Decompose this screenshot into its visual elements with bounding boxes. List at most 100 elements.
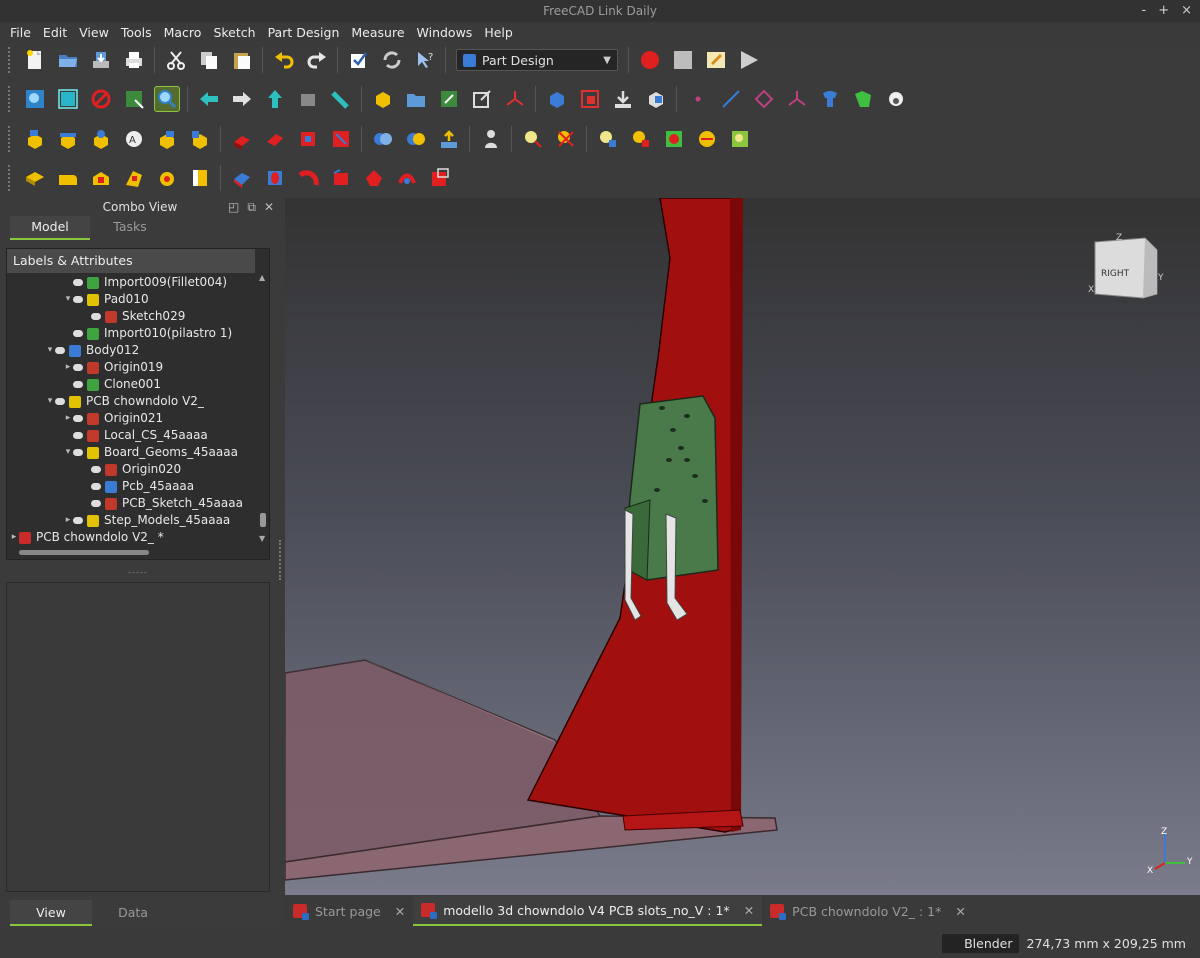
create-link-icon[interactable] xyxy=(436,86,462,112)
revolution-icon[interactable] xyxy=(262,126,288,152)
measure-box-icon[interactable] xyxy=(295,86,321,112)
additive-loft-icon[interactable] xyxy=(295,126,321,152)
sheep-icon[interactable] xyxy=(883,86,909,112)
3d-scene[interactable]: RIGHT Z Y X Z Y X xyxy=(285,198,1200,895)
link-actions-icon[interactable] xyxy=(469,86,495,112)
open-document-icon[interactable] xyxy=(55,47,81,73)
visibility-eye-icon[interactable] xyxy=(73,517,83,524)
tree-item[interactable]: Sketch029 xyxy=(81,308,185,325)
toolbar-grip[interactable] xyxy=(8,126,12,152)
menu-sketch[interactable]: Sketch xyxy=(207,25,261,40)
datum-line-icon[interactable] xyxy=(718,86,744,112)
close-tab-icon[interactable]: ✕ xyxy=(955,904,965,919)
visibility-eye-icon[interactable] xyxy=(91,483,101,490)
visibility-eye-icon[interactable] xyxy=(91,466,101,473)
new-document-icon[interactable] xyxy=(22,47,48,73)
tab-tasks[interactable]: Tasks xyxy=(90,216,170,240)
dock-icon[interactable]: ◰ xyxy=(228,198,239,216)
tool-icon-3[interactable] xyxy=(88,126,114,152)
measure-tool-icon-7[interactable] xyxy=(727,126,753,152)
menu-help[interactable]: Help xyxy=(478,25,519,40)
print-icon[interactable] xyxy=(121,47,147,73)
expand-arrow-icon[interactable]: ▾ xyxy=(63,444,73,461)
measure-tool-icon-6[interactable] xyxy=(694,126,720,152)
expand-arrow-icon[interactable]: ▾ xyxy=(63,291,73,308)
pad-yellow-icon[interactable] xyxy=(88,165,114,191)
doc-tab-pcb[interactable]: PCB chowndolo V2_ : 1* ✕ xyxy=(762,896,974,926)
visibility-eye-icon[interactable] xyxy=(73,449,83,456)
tree-item[interactable]: Local_CS_45aaaa xyxy=(63,427,208,444)
tree-item[interactable]: ▸ Origin021 xyxy=(63,410,163,427)
visibility-eye-icon[interactable] xyxy=(73,330,83,337)
visibility-eye-icon[interactable] xyxy=(55,398,65,405)
local-cs-icon[interactable] xyxy=(502,86,528,112)
back-arrow-icon[interactable] xyxy=(196,86,222,112)
create-group-icon[interactable] xyxy=(403,86,429,112)
hole-icon[interactable] xyxy=(154,165,180,191)
fit-all-icon[interactable] xyxy=(22,86,48,112)
bounding-box-icon[interactable] xyxy=(121,86,147,112)
paste-icon[interactable] xyxy=(229,47,255,73)
tree-vertical-scrollbar[interactable]: ▲ ▼ xyxy=(259,273,267,543)
measure-tool-icon-3[interactable] xyxy=(595,126,621,152)
expand-arrow-icon[interactable]: ▾ xyxy=(45,342,55,359)
tree-item[interactable]: ▾ PCB chowndolo V2_ xyxy=(45,393,204,410)
zoom-box-icon[interactable] xyxy=(153,86,180,112)
tree-item[interactable]: ▾ Pad010 xyxy=(63,291,149,308)
up-arrow-icon[interactable] xyxy=(262,86,288,112)
measure-tool-icon-5[interactable] xyxy=(661,126,687,152)
tree-item[interactable]: ▾ Body012 xyxy=(45,342,139,359)
groove-icon[interactable] xyxy=(187,165,213,191)
copy-icon[interactable] xyxy=(196,47,222,73)
visibility-eye-icon[interactable] xyxy=(73,279,83,286)
recompute-icon[interactable] xyxy=(379,47,405,73)
subtractive-helix-icon[interactable] xyxy=(394,165,420,191)
tree-item[interactable]: Clone001 xyxy=(63,376,161,393)
doc-tab-modello[interactable]: modello 3d chowndolo V4 PCB slots_no_V :… xyxy=(413,896,763,926)
measure-tool-icon-1[interactable] xyxy=(520,126,546,152)
close-button[interactable]: × xyxy=(1181,0,1192,22)
visibility-eye-icon[interactable] xyxy=(73,296,83,303)
tree-item[interactable]: ▾ Board_Geoms_45aaaa xyxy=(63,444,238,461)
toolbar-grip[interactable] xyxy=(8,165,12,191)
tree-item[interactable]: Origin020 xyxy=(81,461,181,478)
tree-item[interactable]: Pcb_45aaaa xyxy=(81,478,194,495)
panel-splitter[interactable]: ----- xyxy=(120,568,156,577)
subtractive-loft-icon[interactable] xyxy=(427,165,453,191)
visibility-eye-icon[interactable] xyxy=(91,500,101,507)
tool-icon-5[interactable] xyxy=(154,126,180,152)
menu-tools[interactable]: Tools xyxy=(115,25,158,40)
shirt-icon[interactable] xyxy=(817,86,843,112)
clone-icon[interactable] xyxy=(643,86,669,112)
create-part-icon[interactable] xyxy=(370,86,396,112)
create-body-icon[interactable] xyxy=(544,86,570,112)
visibility-eye-icon[interactable] xyxy=(55,347,65,354)
dock-resize-handle[interactable] xyxy=(279,540,282,580)
tree-horizontal-scrollbar[interactable] xyxy=(19,550,149,555)
minimize-button[interactable]: - xyxy=(1141,0,1146,22)
record-macro-icon[interactable] xyxy=(637,47,663,73)
pad-icon[interactable] xyxy=(229,126,255,152)
fit-selection-icon[interactable] xyxy=(55,86,81,112)
close-tab-icon[interactable]: ✕ xyxy=(395,904,405,919)
collapse-arrow-icon[interactable]: ▸ xyxy=(63,512,73,529)
macro-edit-icon[interactable] xyxy=(703,47,729,73)
person-icon[interactable] xyxy=(478,126,504,152)
toolbar-grip[interactable] xyxy=(8,86,12,112)
visibility-eye-icon[interactable] xyxy=(91,313,101,320)
tab-data[interactable]: Data xyxy=(92,900,174,926)
tab-model[interactable]: Model xyxy=(10,216,90,240)
navcube-face-label[interactable]: RIGHT xyxy=(1101,269,1130,279)
ruler-icon[interactable] xyxy=(328,86,354,112)
sketch-icon[interactable] xyxy=(22,165,48,191)
whats-this-icon[interactable]: ? xyxy=(412,47,438,73)
menu-measure[interactable]: Measure xyxy=(345,25,410,40)
menu-file[interactable]: File xyxy=(4,25,37,40)
export-icon[interactable] xyxy=(436,126,462,152)
tree-item[interactable]: ▸ Step_Models_45aaaa xyxy=(63,512,231,529)
collapse-arrow-icon[interactable]: ▸ xyxy=(63,359,73,376)
point-icon[interactable] xyxy=(685,86,711,112)
subtractive-box-icon[interactable] xyxy=(229,165,255,191)
float-icon[interactable]: ⧉ xyxy=(247,198,256,216)
subtractive-cylinder-icon[interactable] xyxy=(262,165,288,191)
